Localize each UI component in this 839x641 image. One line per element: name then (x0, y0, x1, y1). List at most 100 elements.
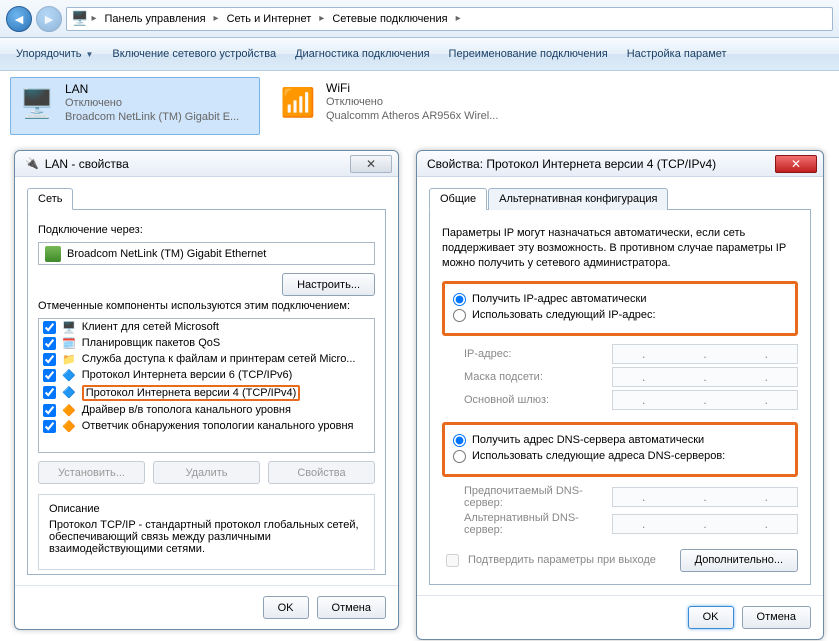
configure-button[interactable]: Настроить... (282, 273, 375, 296)
component-checkbox[interactable] (43, 321, 56, 334)
settings-button[interactable]: Настройка парамет (619, 44, 735, 64)
radio-auto-ip[interactable] (453, 293, 466, 306)
ethernet-icon: 🖥️ (15, 82, 59, 124)
connect-via-label: Подключение через: (38, 224, 375, 236)
uninstall-button: Удалить (153, 461, 260, 484)
connection-status: Отключено (65, 97, 239, 111)
dns1-input: ... (612, 487, 798, 507)
component-row[interactable]: 🖥️Клиент для сетей Microsoft (39, 319, 374, 335)
connection-device: Broadcom NetLink (TM) Gigabit E... (65, 111, 239, 125)
ok-button[interactable]: OK (688, 606, 734, 629)
chevron-right-icon: ▸ (455, 13, 462, 24)
radio-manual-dns[interactable] (453, 450, 466, 463)
adapter-name-field: Broadcom NetLink (TM) Gigabit Ethernet (38, 242, 375, 265)
responder-icon: 🔶 (62, 420, 76, 433)
info-text: Параметры IP могут назначаться автоматич… (442, 226, 798, 271)
dns-mode-group: Получить адрес DNS-сервера автоматически… (442, 422, 798, 477)
component-row[interactable]: 🔶Ответчик обнаружения топологии канально… (39, 418, 374, 434)
close-button[interactable]: ✕ (775, 155, 817, 173)
close-icon: ✕ (366, 157, 376, 171)
dialog-titlebar[interactable]: 🔌 LAN - свойства ✕ (15, 151, 398, 177)
validate-checkbox (446, 554, 459, 567)
network-icon: 🔌 (25, 157, 39, 170)
cancel-button[interactable]: Отмена (317, 596, 386, 619)
properties-button: Свойства (268, 461, 375, 484)
ok-button[interactable]: OK (263, 596, 309, 619)
component-row[interactable]: 🗓️Планировщик пакетов QoS (39, 335, 374, 351)
explorer-header: ◄ ► 🖥️ ▸ Панель управления ▸ Сеть и Инте… (0, 0, 839, 38)
subnet-mask-label: Маска подсети: (442, 371, 612, 383)
chevron-right-icon: ▸ (213, 13, 220, 24)
network-icon: 🖥️ (71, 10, 88, 27)
connection-item-lan[interactable]: 🖥️ LAN Отключено Broadcom NetLink (TM) G… (10, 77, 260, 135)
breadcrumb-item[interactable]: Панель управления (99, 8, 210, 30)
component-row[interactable]: 🔶Драйвер в/в тополога канального уровня (39, 402, 374, 418)
gateway-label: Основной шлюз: (442, 394, 612, 406)
toolbar: Упорядочить▼ Включение сетевого устройст… (0, 38, 839, 71)
dialog-title: Свойства: Протокол Интернета версии 4 (T… (427, 157, 716, 171)
tabstrip: Общие Альтернативная конфигурация (429, 187, 811, 210)
ip-mode-group: Получить IP-адрес автоматически Использо… (442, 281, 798, 336)
arrow-left-icon: ◄ (12, 11, 26, 27)
chevron-right-icon: ▸ (318, 13, 325, 24)
component-checkbox[interactable] (43, 420, 56, 433)
qos-icon: 🗓️ (62, 337, 76, 350)
close-icon: ✕ (791, 157, 801, 171)
organize-menu[interactable]: Упорядочить▼ (8, 44, 101, 64)
connections-list: 🖥️ LAN Отключено Broadcom NetLink (TM) G… (0, 71, 839, 141)
diagnose-button[interactable]: Диагностика подключения (287, 44, 437, 64)
enable-device-button[interactable]: Включение сетевого устройства (104, 44, 284, 64)
rename-button[interactable]: Переименование подключения (441, 44, 616, 64)
nic-icon (45, 246, 61, 262)
gateway-input: ... (612, 390, 798, 410)
nav-forward-button[interactable]: ► (36, 6, 62, 32)
share-icon: 📁 (62, 353, 76, 366)
tab-network[interactable]: Сеть (27, 188, 73, 210)
components-label: Отмеченные компоненты используются этим … (38, 300, 375, 312)
connection-item-wifi[interactable]: 📶 WiFi Отключено Qualcomm Atheros AR956x… (272, 77, 522, 135)
component-row-ipv4[interactable]: 🔷Протокол Интернета версии 4 (TCP/IPv4) (39, 383, 374, 402)
ipv4-properties-dialog: Свойства: Протокол Интернета версии 4 (T… (416, 150, 824, 640)
ip-address-label: IP-адрес: (442, 348, 612, 360)
component-checkbox[interactable] (43, 369, 56, 382)
dns2-label: Альтернативный DNS-сервер: (442, 512, 612, 536)
breadcrumb-item[interactable]: Сетевые подключения (327, 8, 452, 30)
dns1-label: Предпочитаемый DNS-сервер: (442, 485, 612, 509)
component-checkbox[interactable] (43, 404, 56, 417)
connection-name: LAN (65, 82, 239, 97)
breadcrumb-item[interactable]: Сеть и Интернет (222, 8, 317, 30)
dialog-title: LAN - свойства (45, 157, 129, 171)
component-row[interactable]: 🔷Протокол Интернета версии 6 (TCP/IPv6) (39, 367, 374, 383)
close-button[interactable]: ✕ (350, 155, 392, 173)
component-checkbox[interactable] (43, 386, 56, 399)
tab-general[interactable]: Общие (429, 188, 487, 210)
advanced-button[interactable]: Дополнительно... (680, 549, 798, 572)
nav-back-button[interactable]: ◄ (6, 6, 32, 32)
subnet-mask-input: ... (612, 367, 798, 387)
address-bar[interactable]: 🖥️ ▸ Панель управления ▸ Сеть и Интернет… (66, 7, 833, 31)
component-row[interactable]: 📁Служба доступа к файлам и принтерам сет… (39, 351, 374, 367)
install-button: Установить... (38, 461, 145, 484)
lan-properties-dialog: 🔌 LAN - свойства ✕ Сеть Подключение чере… (14, 150, 399, 630)
radio-auto-dns[interactable] (453, 434, 466, 447)
connection-device: Qualcomm Atheros AR956x Wirel... (326, 110, 498, 124)
description-text: Протокол TCP/IP - стандартный протокол г… (49, 519, 364, 555)
driver-icon: 🔶 (62, 404, 76, 417)
component-checkbox[interactable] (43, 353, 56, 366)
connection-name: WiFi (326, 81, 498, 96)
tabstrip: Сеть (27, 187, 386, 210)
arrow-right-icon: ► (42, 11, 56, 27)
client-icon: 🖥️ (62, 321, 76, 334)
component-checkbox[interactable] (43, 337, 56, 350)
connection-status: Отключено (326, 96, 498, 110)
tab-alternate[interactable]: Альтернативная конфигурация (488, 188, 668, 210)
dialog-titlebar[interactable]: Свойства: Протокол Интернета версии 4 (T… (417, 151, 823, 177)
wifi-icon: 📶 (276, 81, 320, 123)
radio-manual-ip[interactable] (453, 309, 466, 322)
protocol-icon: 🔷 (62, 386, 76, 399)
dns2-input: ... (612, 514, 798, 534)
protocol-icon: 🔷 (62, 369, 76, 382)
components-list[interactable]: 🖥️Клиент для сетей Microsoft 🗓️Планировщ… (38, 318, 375, 453)
ip-address-input: ... (612, 344, 798, 364)
cancel-button[interactable]: Отмена (742, 606, 811, 629)
